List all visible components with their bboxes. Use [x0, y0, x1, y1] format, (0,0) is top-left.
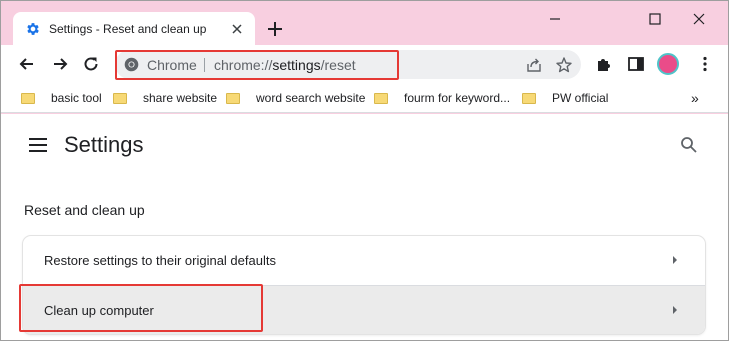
bookmark-label: fourm for keyword... — [404, 91, 511, 105]
avatar[interactable] — [657, 53, 679, 75]
arrow-right-icon — [673, 306, 677, 314]
star-icon[interactable] — [555, 56, 573, 74]
window-close-icon[interactable] — [689, 9, 709, 29]
hamburger-menu-icon[interactable] — [29, 138, 47, 152]
bookmark-item[interactable]: PW official — [522, 89, 608, 107]
back-arrow-icon[interactable] — [17, 54, 37, 74]
folder-icon — [522, 92, 536, 104]
maximize-icon[interactable] — [645, 9, 665, 29]
minimize-icon[interactable] — [545, 9, 565, 29]
bookmark-label: share website — [143, 91, 218, 105]
address-bar-highlight — [115, 50, 399, 80]
bookmark-item[interactable]: basic tool — [21, 89, 102, 107]
close-icon[interactable] — [229, 21, 245, 37]
settings-gear-icon — [27, 23, 39, 35]
folder-icon — [113, 92, 127, 104]
bookmark-label: PW official — [552, 91, 609, 105]
bookmark-item[interactable]: fourm for keyword... — [374, 89, 510, 107]
tab-strip: Settings - Reset and clean up — [1, 1, 728, 45]
bookmark-item[interactable]: word search website — [226, 89, 365, 107]
share-icon[interactable] — [525, 56, 543, 74]
bookmarks-overflow-button[interactable]: » — [691, 90, 699, 106]
forward-arrow-icon[interactable] — [50, 54, 70, 74]
folder-icon — [374, 92, 388, 104]
side-panel-icon[interactable] — [626, 54, 646, 74]
section-title: Reset and clean up — [24, 202, 145, 218]
reload-icon[interactable] — [81, 54, 101, 74]
extensions-puzzle-icon[interactable] — [594, 54, 614, 74]
plus-icon[interactable] — [265, 19, 285, 39]
bookmark-label: basic tool — [51, 91, 102, 105]
arrow-right-icon — [673, 256, 677, 264]
bookmark-label: word search website — [256, 91, 366, 105]
browser-window: Settings - Reset and clean up Chrome chr… — [0, 0, 729, 341]
folder-icon — [21, 92, 35, 104]
restore-settings-row[interactable]: Restore settings to their original defau… — [23, 236, 705, 285]
tab-settings[interactable]: Settings - Reset and clean up — [13, 12, 255, 45]
folder-icon — [226, 92, 240, 104]
bookmarks-bar: basic tool share website word search web… — [1, 83, 728, 113]
search-icon[interactable] — [679, 135, 699, 155]
page-title: Settings — [64, 132, 144, 157]
bookmark-item[interactable]: share website — [113, 89, 217, 107]
more-vert-icon[interactable] — [695, 54, 715, 74]
clean-up-highlight — [19, 284, 263, 332]
tab-title: Settings - Reset and clean up — [49, 22, 207, 36]
row-label: Restore settings to their original defau… — [44, 253, 276, 268]
